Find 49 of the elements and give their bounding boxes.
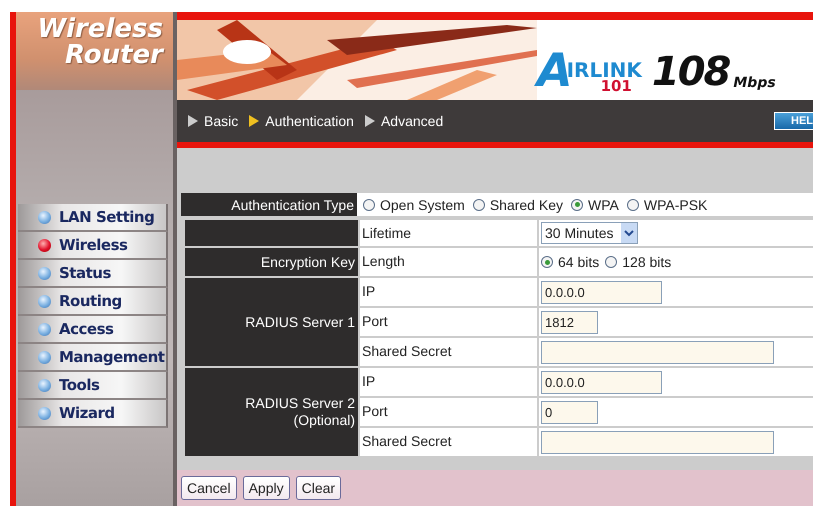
field-label: Shared Secret	[360, 428, 537, 456]
group-heading: RADIUS Server 2 (Optional)	[185, 368, 358, 456]
group-heading: RADIUS Server 1	[185, 278, 358, 366]
field-label: Port	[360, 398, 537, 426]
field-label: Length	[360, 248, 537, 276]
radio-option[interactable]: Open System	[363, 196, 465, 212]
nav-tab[interactable]: Advanced	[364, 113, 444, 129]
row-heading: Authentication Type	[181, 193, 357, 216]
ip-field[interactable]: 0.0.0.0	[541, 370, 662, 394]
radio-option[interactable]: 64 bits	[541, 254, 600, 270]
form-button[interactable]: Apply	[242, 476, 290, 500]
help-button[interactable]: HEL	[774, 112, 813, 130]
nav-tab[interactable]: Authentication	[248, 113, 354, 129]
arrow-icon	[187, 114, 199, 128]
speed-text: 108	[652, 52, 730, 92]
product-title: Router	[65, 42, 163, 68]
logo-number: 101	[600, 80, 632, 92]
field-label: Port	[360, 308, 537, 336]
port-field[interactable]: 1812	[541, 310, 598, 334]
lifetime-dropdown[interactable]: 30 Minutes	[541, 222, 638, 244]
field-label: IP	[360, 368, 537, 396]
secret-field[interactable]	[541, 340, 774, 364]
menu-item[interactable]: LAN Setting	[18, 204, 168, 232]
menu-item[interactable]: Status	[18, 260, 168, 288]
product-title: Wireless	[37, 16, 163, 42]
field-label: IP	[360, 278, 537, 306]
arrow-icon	[248, 114, 260, 128]
ip-field[interactable]: 0.0.0.0	[541, 280, 662, 304]
arrow-icon	[364, 114, 376, 128]
menu-item[interactable]: Wizard	[18, 400, 168, 428]
form-button[interactable]: Cancel	[181, 476, 237, 500]
menu-item[interactable]: Tools	[18, 372, 168, 400]
group-heading: Encryption Key	[185, 248, 358, 276]
menu-item[interactable]: Management	[18, 344, 168, 372]
menu-item[interactable]: Access	[18, 316, 168, 344]
menu-item[interactable]: Wireless	[18, 232, 168, 260]
field-label: Shared Secret	[360, 338, 537, 366]
caret-icon	[621, 223, 638, 243]
radio-option[interactable]: Shared Key	[472, 196, 563, 212]
radio-option[interactable]: 128 bits	[605, 254, 672, 270]
radio-option[interactable]: WPA-PSK	[626, 196, 708, 212]
port-field[interactable]: 0	[541, 400, 598, 424]
radio-option[interactable]: WPA	[571, 196, 619, 212]
speed-unit: Mbps	[733, 74, 776, 92]
nav-tab[interactable]: Basic	[187, 113, 238, 129]
field-label: Lifetime	[360, 220, 537, 246]
form-button[interactable]: Clear	[296, 476, 342, 500]
menu-item[interactable]: Routing	[18, 288, 168, 316]
secret-field[interactable]	[541, 430, 774, 454]
